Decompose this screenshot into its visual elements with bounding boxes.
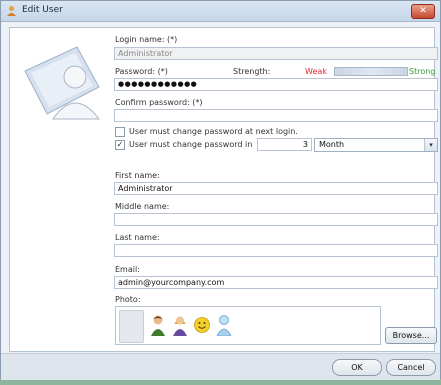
- chevron-down-icon: ▾: [424, 139, 437, 151]
- middle-name-label: Middle name:: [115, 202, 170, 211]
- last-name-label: Last name:: [115, 233, 160, 242]
- must-change-next-login-checkbox[interactable]: [115, 127, 125, 137]
- password-period-input[interactable]: 3: [257, 138, 312, 151]
- strength-strong-label: Strong: [409, 67, 436, 76]
- photo-picker: [115, 306, 381, 345]
- title-bar: Edit User ✕: [1, 1, 440, 22]
- first-name-label: First name:: [115, 171, 160, 180]
- photo-label: Photo:: [115, 295, 141, 304]
- first-name-field[interactable]: Administrator: [114, 182, 438, 195]
- password-label: Password: (*): [115, 67, 168, 76]
- checkmark-icon: ✓: [116, 140, 124, 149]
- password-field[interactable]: ●●●●●●●●●●●●: [114, 78, 438, 91]
- edit-user-dialog: Edit User ✕ Login name: (*) Administrato…: [0, 0, 441, 380]
- middle-name-field[interactable]: [114, 213, 438, 226]
- email-label: Email:: [115, 265, 140, 274]
- last-name-field[interactable]: [114, 244, 438, 257]
- strength-label: Strength:: [233, 67, 271, 76]
- user-edit-icon: [7, 6, 16, 16]
- confirm-password-field[interactable]: [114, 109, 438, 122]
- period-unit-select[interactable]: Month ▾: [314, 138, 438, 152]
- close-button[interactable]: ✕: [411, 4, 435, 19]
- period-unit-value: Month: [319, 140, 345, 149]
- user-avatar-icon: [24, 46, 101, 120]
- password-strength-meter: [334, 67, 408, 76]
- must-change-in-checkbox[interactable]: ✓: [115, 140, 125, 150]
- login-name-field[interactable]: Administrator: [114, 47, 438, 60]
- woman-avatar-icon[interactable]: [172, 314, 188, 336]
- must-change-in-label: User must change password in: [129, 140, 253, 149]
- photo-slot-empty[interactable]: [119, 310, 144, 343]
- strength-weak-label: Weak: [305, 67, 327, 76]
- window-title: Edit User: [22, 5, 63, 15]
- must-change-next-login-label: User must change password at next login.: [129, 127, 298, 136]
- cancel-button[interactable]: Cancel: [386, 359, 436, 376]
- email-field[interactable]: admin@yourcompany.com: [114, 276, 438, 289]
- button-bar: OK Cancel: [1, 353, 440, 380]
- close-icon: ✕: [419, 6, 427, 16]
- ok-button[interactable]: OK: [332, 359, 382, 376]
- browse-button[interactable]: Browse...: [385, 327, 437, 344]
- smiley-avatar-icon[interactable]: [194, 314, 210, 336]
- generic-user-avatar-icon[interactable]: [216, 314, 232, 336]
- confirm-password-label: Confirm password: (*): [115, 98, 203, 107]
- man-avatar-icon[interactable]: [150, 314, 166, 336]
- login-name-label: Login name: (*): [115, 35, 178, 44]
